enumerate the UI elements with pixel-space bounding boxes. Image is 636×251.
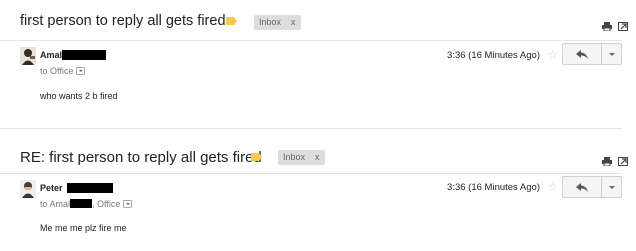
inbox-label-chip[interactable]: Inbox x bbox=[278, 150, 325, 165]
show-details-icon[interactable] bbox=[76, 67, 86, 75]
more-options-button[interactable] bbox=[602, 176, 622, 198]
subject-header: RE: first person to reply all gets fired… bbox=[0, 136, 636, 176]
star-icon[interactable]: ☆ bbox=[547, 181, 558, 193]
avatar[interactable] bbox=[20, 180, 36, 198]
print-icon[interactable] bbox=[602, 18, 612, 32]
redacted-surname bbox=[62, 50, 107, 60]
divider bbox=[0, 173, 622, 174]
reply-button[interactable] bbox=[562, 43, 602, 65]
header-icons bbox=[602, 18, 628, 32]
show-details-icon[interactable] bbox=[123, 200, 133, 208]
new-window-icon[interactable] bbox=[618, 18, 628, 31]
divider bbox=[0, 40, 622, 41]
redacted-surname bbox=[70, 199, 93, 208]
email-subject: first person to reply all gets fired bbox=[20, 13, 226, 29]
timestamp: 3:36 (16 Minutes Ago) bbox=[447, 50, 540, 61]
timestamp: 3:36 (16 Minutes Ago) bbox=[447, 182, 540, 193]
message-body: who wants 2 b fired bbox=[40, 91, 118, 101]
remove-label-icon[interactable]: x bbox=[291, 17, 296, 27]
redacted-surname bbox=[66, 183, 113, 193]
sender-name[interactable]: Amal bbox=[40, 50, 107, 60]
recipients-line: to Office bbox=[40, 66, 86, 76]
recipients-line: to Amal, Office bbox=[40, 199, 133, 209]
reply-button-group bbox=[562, 176, 622, 198]
message-body: Me me me plz fire me bbox=[40, 223, 127, 233]
thread-divider bbox=[0, 128, 622, 129]
print-icon[interactable] bbox=[602, 153, 612, 167]
more-options-button[interactable] bbox=[602, 43, 622, 65]
reply-button[interactable] bbox=[562, 176, 602, 198]
header-icons bbox=[602, 153, 628, 167]
remove-label-icon[interactable]: x bbox=[315, 152, 320, 162]
email-subject: RE: first person to reply all gets fired bbox=[20, 149, 262, 166]
label-tag-icon[interactable] bbox=[251, 153, 262, 161]
star-icon[interactable]: ☆ bbox=[547, 49, 558, 61]
inbox-label-chip[interactable]: Inbox x bbox=[254, 15, 301, 30]
avatar[interactable] bbox=[20, 47, 36, 65]
inbox-label-text: Inbox bbox=[259, 17, 282, 27]
new-window-icon[interactable] bbox=[618, 153, 628, 166]
sender-name[interactable]: Peter bbox=[40, 183, 113, 193]
subject-header: first person to reply all gets fired Inb… bbox=[0, 0, 636, 40]
reply-icon bbox=[576, 49, 588, 59]
label-tag-icon[interactable] bbox=[226, 17, 237, 25]
reply-icon bbox=[576, 182, 588, 192]
reply-button-group bbox=[562, 43, 622, 65]
inbox-label-text: Inbox bbox=[283, 152, 306, 162]
